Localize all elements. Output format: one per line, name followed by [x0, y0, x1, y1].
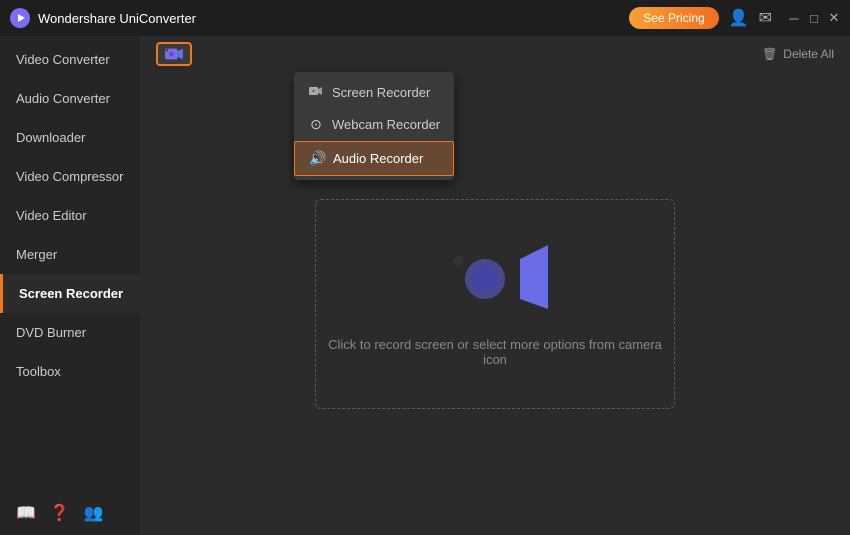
- maximize-button[interactable]: □: [808, 12, 820, 24]
- sidebar-bottom: 📖 ❓ 👥: [0, 491, 140, 535]
- see-pricing-button[interactable]: See Pricing: [629, 7, 718, 29]
- camera-menu-button[interactable]: [156, 42, 192, 66]
- sidebar-item-video-compressor[interactable]: Video Compressor: [0, 157, 140, 196]
- content-header: 🗑 Delete All: [140, 36, 850, 72]
- dropdown-audio-recorder[interactable]: 🔊 Audio Recorder: [294, 141, 454, 176]
- app-logo-icon: [10, 8, 30, 28]
- camera-icon: [164, 46, 184, 62]
- trash-icon: 🗑: [762, 47, 777, 61]
- content-area: 🗑 Delete All Screen Recorder ⊙ Webcam Re…: [140, 36, 850, 535]
- sidebar-item-downloader[interactable]: Downloader: [0, 118, 140, 157]
- minimize-button[interactable]: ─: [788, 12, 800, 24]
- people-icon[interactable]: 👥: [84, 503, 104, 523]
- app-title: Wondershare UniConverter: [38, 11, 196, 26]
- sidebar-item-video-converter[interactable]: Video Converter: [0, 40, 140, 79]
- sidebar-item-toolbox[interactable]: Toolbox: [0, 352, 140, 391]
- title-bar-right: See Pricing 👤 ✉ ─ □ ✕: [629, 7, 840, 29]
- title-bar: Wondershare UniConverter See Pricing 👤 ✉…: [0, 0, 850, 36]
- header-left: [156, 42, 192, 66]
- dropdown-screen-recorder[interactable]: Screen Recorder: [294, 76, 454, 108]
- sidebar-item-audio-converter[interactable]: Audio Converter: [0, 79, 140, 118]
- sidebar-item-merger[interactable]: Merger: [0, 235, 140, 274]
- camera-big-icon: [440, 241, 550, 317]
- user-icon[interactable]: 👤: [729, 8, 749, 28]
- close-button[interactable]: ✕: [828, 12, 840, 24]
- audio-icon: 🔊: [309, 150, 325, 167]
- book-icon[interactable]: 📖: [16, 503, 36, 523]
- dropdown-menu: Screen Recorder ⊙ Webcam Recorder 🔊 Audi…: [294, 72, 454, 180]
- webcam-icon: ⊙: [308, 116, 324, 133]
- help-icon[interactable]: ❓: [50, 503, 70, 523]
- camera-illustration: [440, 241, 550, 317]
- center-content[interactable]: Click to record screen or select more op…: [140, 72, 850, 535]
- sidebar: Video Converter Audio Converter Download…: [0, 36, 140, 535]
- sidebar-item-screen-recorder[interactable]: Screen Recorder: [0, 274, 140, 313]
- sidebar-item-dvd-burner[interactable]: DVD Burner: [0, 313, 140, 352]
- screen-recorder-icon: [308, 84, 324, 100]
- delete-all-button[interactable]: 🗑 Delete All: [762, 47, 834, 61]
- dropdown-webcam-recorder[interactable]: ⊙ Webcam Recorder: [294, 108, 454, 141]
- sidebar-item-video-editor[interactable]: Video Editor: [0, 196, 140, 235]
- window-controls: ─ □ ✕: [788, 12, 840, 24]
- main-layout: Video Converter Audio Converter Download…: [0, 36, 850, 535]
- record-hint: Click to record screen or select more op…: [316, 337, 674, 367]
- record-drop-area[interactable]: Click to record screen or select more op…: [315, 199, 675, 409]
- title-bar-left: Wondershare UniConverter: [10, 8, 196, 28]
- mail-icon[interactable]: ✉: [759, 8, 772, 28]
